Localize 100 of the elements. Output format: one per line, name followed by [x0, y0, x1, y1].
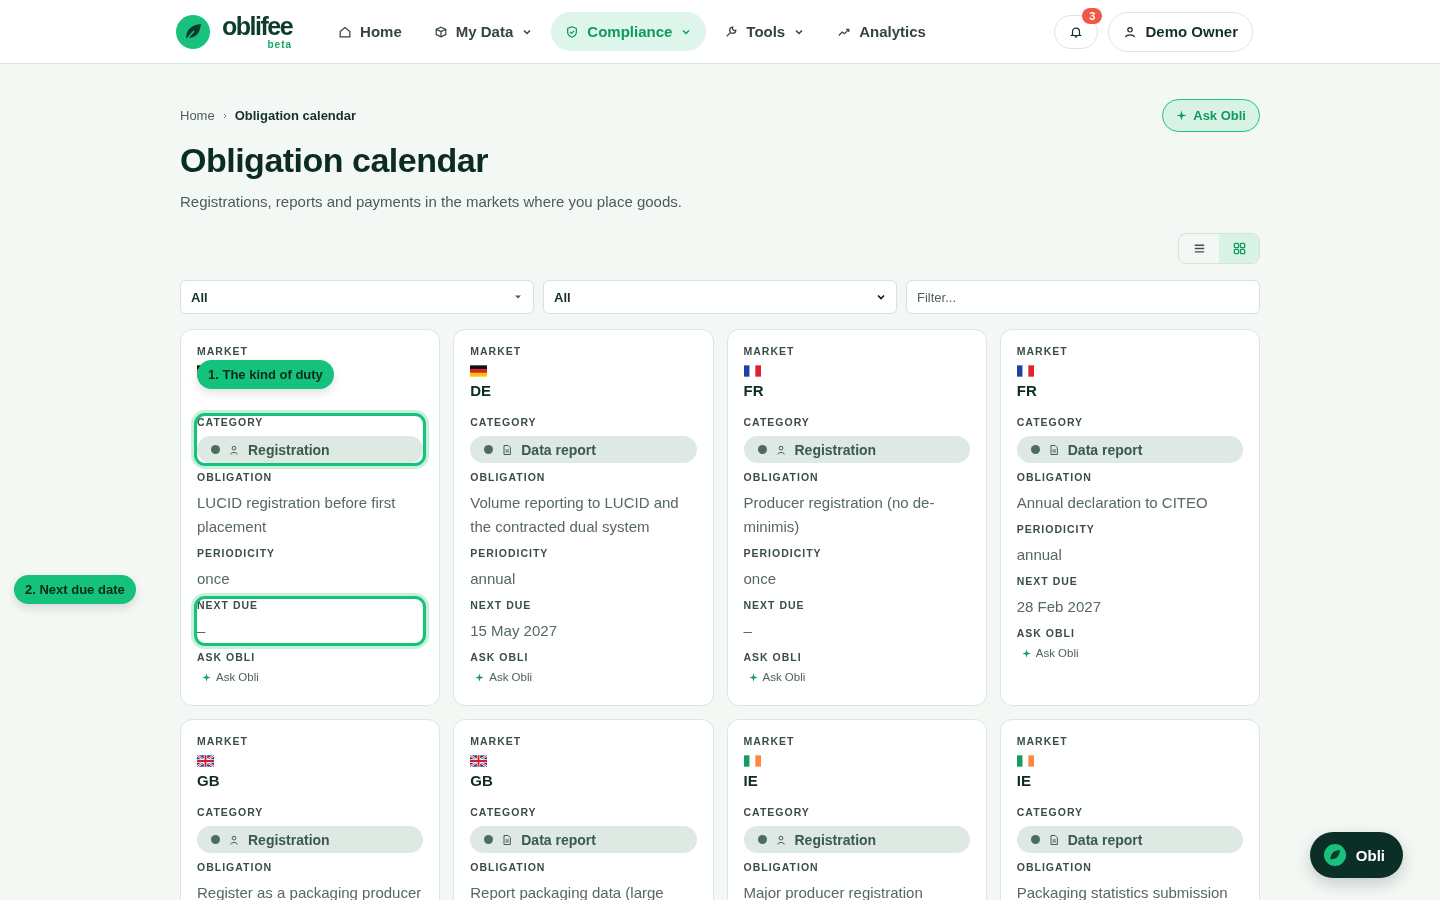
beta-tag: beta — [267, 39, 293, 50]
market-code: IE — [743, 772, 759, 790]
market-code: DE — [470, 382, 493, 400]
field-label: CATEGORY — [470, 806, 538, 818]
ask-obli-link[interactable]: Ask Obli — [743, 671, 970, 683]
category-chip: Registration — [743, 436, 970, 463]
ask-obli-link[interactable]: Ask Obli — [1016, 647, 1243, 659]
filter-field[interactable]: Filter... — [906, 280, 1260, 314]
notification-count: 3 — [1082, 7, 1103, 24]
field-label: NEXT DUE — [470, 599, 533, 611]
field-value: Volume reporting to LUCID and the contracted dual system — [470, 493, 680, 537]
field-label: CATEGORY — [743, 806, 811, 818]
field-label: MARKET — [197, 345, 249, 357]
field-label: OBLIGATION — [197, 471, 274, 483]
field-label: PERIODICITY — [743, 547, 823, 559]
market-dropdown[interactable]: All — [543, 280, 897, 314]
ask-obli-link[interactable]: Ask Obli — [197, 671, 424, 683]
field-value: 28 Feb 2027 — [1016, 597, 1102, 617]
home-icon — [338, 24, 353, 39]
field-value: – — [743, 621, 753, 641]
field-label: OBLIGATION — [743, 861, 820, 873]
field-label: MARKET — [470, 345, 523, 357]
field-value: – — [197, 621, 207, 641]
tour-step-tooltip: 2. Next due date — [14, 575, 136, 604]
grid-icon — [1231, 241, 1247, 256]
bell-icon — [1069, 24, 1084, 39]
category-chip: Data report — [470, 826, 697, 853]
field-label: PERIODICITY — [470, 547, 550, 559]
field-label: ASK OBLI — [470, 651, 530, 663]
field-label: OBLIGATION — [1016, 471, 1093, 483]
field-label: CATEGORY — [1016, 416, 1085, 428]
notifications-button[interactable] — [1054, 14, 1099, 49]
page-subtitle: Registrations, reports and payments in the markets where you place goods. — [180, 193, 683, 210]
field-label: OBLIGATION — [470, 861, 547, 873]
sparkle-icon — [475, 672, 485, 682]
status-dot — [757, 445, 767, 454]
sparkle-icon — [202, 672, 211, 682]
category-chip: Data report — [1016, 436, 1243, 463]
status-dot — [211, 445, 220, 454]
nav-tab[interactable]: Home — [324, 12, 416, 51]
field-label: MARKET — [1016, 345, 1069, 357]
field-label: CATEGORY — [197, 416, 265, 428]
field-value: Producer registration (no de-minimis) — [743, 493, 936, 537]
market-code: GB — [197, 772, 221, 790]
field-value: annual — [470, 569, 517, 589]
field-label: ASK OBLI — [197, 651, 257, 663]
brand-name: oblifee — [222, 13, 293, 39]
field-label: OBLIGATION — [1016, 861, 1093, 873]
breadcrumb-link[interactable]: Home — [180, 108, 215, 123]
field-label: ASK OBLI — [1016, 627, 1076, 639]
field-label: CATEGORY — [1016, 806, 1085, 818]
field-label: NEXT DUE — [197, 599, 260, 611]
field-label: CATEGORY — [470, 416, 538, 428]
field-value: once — [743, 569, 778, 589]
field-value: annual — [1016, 545, 1063, 565]
field-label: MARKET — [1016, 735, 1069, 747]
sparkle-icon — [1021, 648, 1031, 658]
field-label: CATEGORY — [197, 806, 265, 818]
market-code: FR — [1016, 382, 1038, 400]
assistant-button[interactable]: Obli — [1309, 832, 1403, 878]
field-label: OBLIGATION — [743, 471, 820, 483]
market-code: IE — [1016, 772, 1032, 790]
field-label: PERIODICITY — [197, 547, 277, 559]
category-chip: Registration — [743, 826, 970, 853]
nav-tab[interactable]: Analytics — [823, 12, 940, 51]
field-value: Annual declaration to CITEO — [1016, 493, 1209, 513]
field-value: 15 May 2027 — [470, 621, 558, 641]
ask-obli-link[interactable]: Ask Obli — [470, 671, 697, 683]
leaf-logo-icon — [176, 14, 210, 49]
market-code: GB — [470, 772, 494, 790]
nav-tab[interactable]: Tools — [710, 12, 820, 51]
field-value: once — [197, 569, 231, 589]
category-chip: Data report — [470, 436, 697, 463]
field-label: PERIODICITY — [1016, 523, 1096, 535]
chevron-down-icon — [876, 292, 886, 302]
status-dot — [1030, 835, 1040, 844]
field-label: MARKET — [470, 735, 523, 747]
tour-step-tooltip: 1. The kind of duty — [197, 360, 334, 389]
nav-tab[interactable]: My Data — [419, 12, 548, 51]
category-chip: Registration — [197, 436, 424, 463]
market-code: FR — [743, 382, 765, 400]
field-label: NEXT DUE — [743, 599, 806, 611]
status-dot — [211, 835, 220, 844]
wrench-icon — [724, 24, 739, 39]
field-label: MARKET — [743, 735, 796, 747]
grid-view-button[interactable] — [1219, 234, 1259, 263]
person-icon — [1123, 24, 1138, 39]
page-title: Obligation calendar — [180, 141, 489, 180]
field-label: NEXT DUE — [1016, 575, 1079, 587]
status-dot — [1030, 445, 1040, 454]
category-chip: Registration — [197, 826, 424, 853]
category-dropdown[interactable]: All — [180, 280, 534, 314]
user-menu-button[interactable]: Demo Owner — [1108, 11, 1253, 52]
field-label: ASK OBLI — [743, 651, 803, 663]
field-label: OBLIGATION — [197, 861, 274, 873]
status-dot — [484, 835, 494, 844]
field-label: MARKET — [743, 345, 796, 357]
field-label: MARKET — [197, 735, 249, 747]
sparkle-icon — [1176, 110, 1188, 121]
status-dot — [484, 445, 494, 454]
